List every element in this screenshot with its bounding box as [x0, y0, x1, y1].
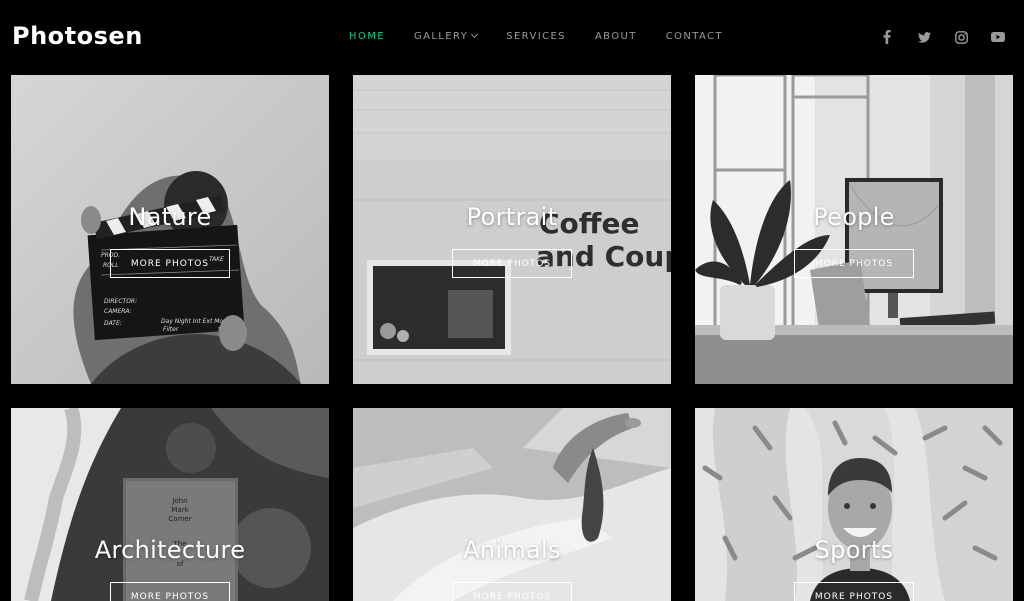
clapper-camera-label: CAMERA:: [104, 308, 132, 315]
gallery-tile-portrait[interactable]: Coffee and Coup Portrait MORE PHOTOS: [353, 75, 671, 384]
instagram-icon[interactable]: [952, 28, 970, 46]
more-photos-button[interactable]: MORE PHOTOS: [794, 249, 914, 278]
clapper-daynight-label: Day Night Int Ext Mos: [161, 318, 226, 325]
more-photos-button[interactable]: MORE PHOTOS: [452, 249, 572, 278]
gallery-tile-architecture[interactable]: John Mark Comer The of Architecture MORE…: [11, 408, 329, 601]
more-photos-button[interactable]: MORE PHOTOS: [110, 582, 230, 601]
tile-title: People: [813, 203, 895, 231]
clapper-director-label: DIRECTOR:: [104, 298, 137, 305]
nav-item-gallery[interactable]: GALLERY: [413, 30, 479, 42]
facebook-icon[interactable]: [878, 28, 896, 46]
tile-title: Animals: [463, 536, 561, 564]
gallery-tile-animals[interactable]: Animals MORE PHOTOS: [353, 408, 671, 601]
book-author-line2: Mark: [171, 506, 189, 514]
clapper-filter-label: Filter: [163, 326, 179, 333]
social-links: [859, 28, 1007, 46]
book-author-line3: Comer: [168, 515, 191, 523]
nav-item-about[interactable]: ABOUT: [595, 31, 637, 42]
gallery-tile-sports[interactable]: Sports MORE PHOTOS: [695, 408, 1013, 601]
tile-title: Portrait: [466, 203, 558, 231]
nav-item-contact[interactable]: CONTACT: [666, 31, 723, 42]
clapper-date-label: DATE:: [104, 320, 122, 327]
site-header: Photosen HOME GALLERY SERVICES ABOUT CON…: [0, 0, 1024, 75]
youtube-icon[interactable]: [989, 28, 1007, 46]
tile-title: Architecture: [94, 536, 246, 564]
nav-item-services[interactable]: SERVICES: [506, 31, 566, 42]
tile-title: Nature: [128, 203, 212, 231]
twitter-icon[interactable]: [915, 28, 933, 46]
nav-item-gallery-label: GALLERY: [413, 31, 469, 42]
more-photos-button[interactable]: MORE PHOTOS: [110, 249, 230, 278]
gallery-tile-people[interactable]: People MORE PHOTOS: [695, 75, 1013, 384]
main-nav: HOME GALLERY SERVICES ABOUT CONTACT: [349, 30, 752, 42]
more-photos-button[interactable]: MORE PHOTOS: [794, 582, 914, 601]
gallery-tile-nature[interactable]: PROD. ROLL TAKE DIRECTOR: CAMERA: DATE: …: [11, 75, 329, 384]
sports-photo: [695, 408, 1013, 601]
more-photos-button[interactable]: MORE PHOTOS: [452, 582, 572, 601]
chevron-down-icon: [471, 30, 479, 39]
animals-photo: [353, 408, 671, 601]
site-logo[interactable]: Photosen: [12, 22, 143, 50]
book-author-line1: John: [171, 497, 187, 505]
tile-title: Sports: [814, 536, 894, 564]
nav-item-home[interactable]: HOME: [349, 31, 385, 42]
architecture-photo: John Mark Comer The of: [11, 408, 329, 601]
